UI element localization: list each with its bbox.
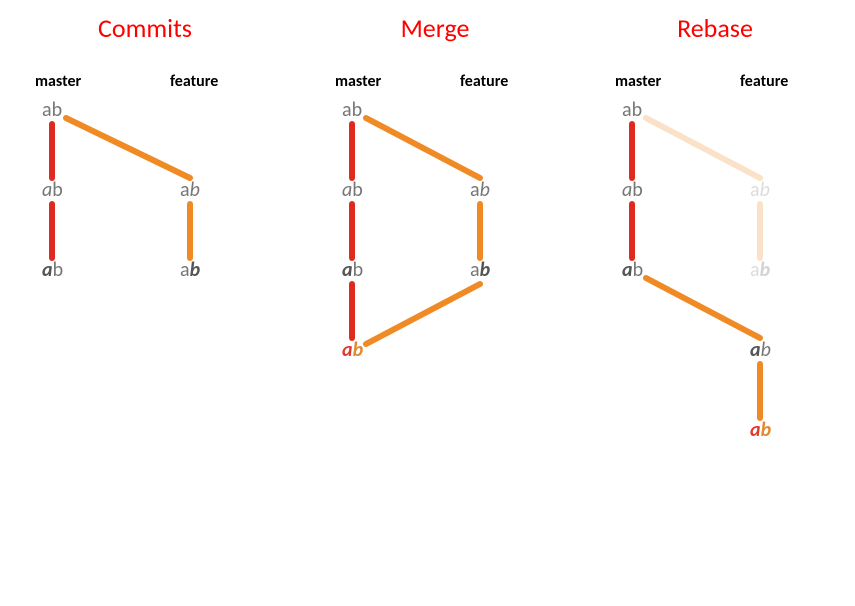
node-m3-rebase: ab xyxy=(622,258,643,282)
node-r1-rebase: ab xyxy=(750,338,771,362)
node-m3-merge: ab xyxy=(342,258,363,282)
node-f2-rebase-old: ab xyxy=(750,258,770,282)
node-f2-merge: ab xyxy=(470,258,490,282)
node-m1-rebase: ab xyxy=(622,98,642,122)
node-m2-merge: ab xyxy=(342,178,363,202)
node-m1-merge: ab xyxy=(342,98,362,122)
node-merge-commit: ab xyxy=(342,338,363,362)
connectors-rebase xyxy=(580,0,850,600)
node-m2-rebase: ab xyxy=(622,178,643,202)
edge-m1-f1-merge xyxy=(366,118,480,178)
node-f1-merge: ab xyxy=(470,178,490,202)
edge-f2-merge xyxy=(366,284,480,344)
node-m2-commits: ab xyxy=(42,178,63,202)
node-f1-rebase-old: ab xyxy=(750,178,770,202)
edge-m3-r1 xyxy=(646,278,760,338)
edge-m1-f1 xyxy=(66,118,190,178)
node-r2-rebase: ab xyxy=(750,418,771,442)
edge-m1-f1-rebase-old xyxy=(646,118,760,178)
connectors-merge xyxy=(300,0,570,420)
node-f1-commits: ab xyxy=(180,178,200,202)
node-f2-commits: ab xyxy=(180,258,200,282)
node-m3-commits: ab xyxy=(42,258,63,282)
node-m1-commits: ab xyxy=(42,98,62,122)
